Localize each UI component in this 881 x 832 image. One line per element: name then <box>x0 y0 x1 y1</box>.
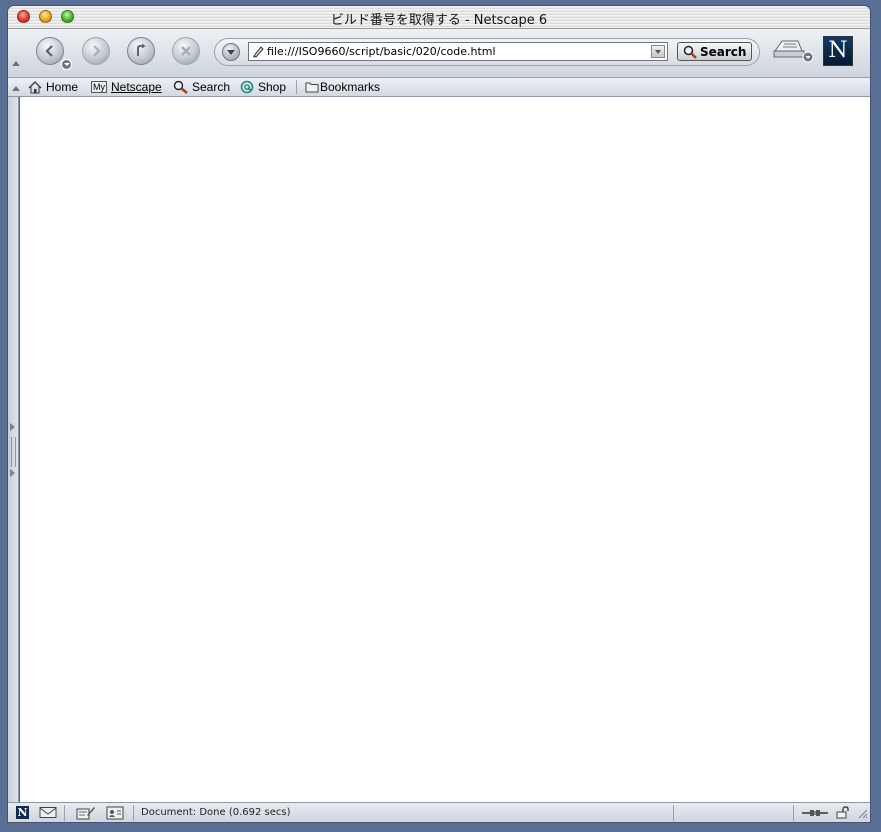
back-arrow-icon <box>45 45 53 57</box>
magnifier-icon <box>683 45 697 59</box>
my-netscape-icon: My <box>91 81 107 93</box>
print-icon[interactable] <box>772 37 816 65</box>
home-icon <box>28 80 42 93</box>
window-title: ビルド番号を取得する - Netscape 6 <box>330 13 548 28</box>
search-icon <box>173 80 188 94</box>
resize-grip-icon[interactable] <box>856 807 868 819</box>
browser-window: ビルド番号を取得する - Netscape 6 file:///ISO9660/… <box>8 6 870 822</box>
url-input[interactable]: file:///ISO9660/script/basic/020/code.ht… <box>248 42 668 61</box>
title-bar[interactable]: ビルド番号を取得する - Netscape 6 <box>8 6 870 29</box>
shop-icon <box>240 80 254 94</box>
forward-arrow-icon <box>93 45 101 57</box>
personal-item-home[interactable]: Home <box>28 79 78 95</box>
toolbar-separator <box>296 80 297 94</box>
url-bar-container: file:///ISO9660/script/basic/020/code.ht… <box>214 38 760 66</box>
stop-button[interactable] <box>172 37 200 65</box>
sidebar-open-arrow-icon[interactable] <box>10 469 15 477</box>
personal-toolbar-grip[interactable] <box>12 86 20 91</box>
status-bar: N Document: Done (0.692 secs) <box>8 802 870 822</box>
netscape-logo-icon[interactable]: N <box>823 36 853 66</box>
personal-item-label: Search <box>192 80 231 94</box>
reload-button[interactable] <box>127 37 155 65</box>
personal-item-shop[interactable]: Shop <box>240 79 286 95</box>
stop-icon <box>181 46 191 56</box>
toolbar-collapse-grip[interactable] <box>12 61 20 66</box>
sidebar-open-arrow-icon[interactable] <box>10 423 15 431</box>
sidebar-grip[interactable] <box>11 437 16 467</box>
folder-icon <box>305 82 319 93</box>
security-lock-icon[interactable] <box>836 806 850 819</box>
search-button-label: Search <box>700 44 747 59</box>
personal-toolbar: Home My Netscape Search Shop Bookmarks <box>8 78 870 97</box>
reload-icon <box>137 43 146 56</box>
search-button[interactable]: Search <box>677 42 752 61</box>
personal-item-label: Netscape <box>111 80 162 94</box>
personal-item-search[interactable]: Search <box>173 79 230 95</box>
url-dropdown-button[interactable] <box>651 45 665 58</box>
netscape-n-icon[interactable]: N <box>16 806 29 819</box>
personal-item-my-netscape[interactable]: My Netscape <box>91 79 162 95</box>
personal-item-bookmarks[interactable]: Bookmarks <box>305 79 380 95</box>
status-separator <box>133 805 134 821</box>
back-button[interactable] <box>36 37 64 65</box>
personal-item-label: Bookmarks <box>320 80 381 94</box>
back-history-dropdown[interactable] <box>61 59 72 70</box>
sidebar-collapsed-rail[interactable] <box>8 97 19 802</box>
mail-icon[interactable] <box>39 806 57 819</box>
page-proxy-icon[interactable] <box>252 45 264 58</box>
address-book-icon[interactable] <box>106 806 124 820</box>
online-connection-icon[interactable] <box>801 808 829 818</box>
navigation-toolbar: file:///ISO9660/script/basic/020/code.ht… <box>8 29 870 78</box>
url-text: file:///ISO9660/script/basic/020/code.ht… <box>267 45 496 58</box>
status-text: Document: Done (0.692 secs) <box>141 807 291 818</box>
status-separator <box>64 805 65 821</box>
page-content-area[interactable] <box>19 97 870 802</box>
status-separator <box>673 805 674 821</box>
personal-item-label: Shop <box>258 80 287 94</box>
url-history-dropdown-icon[interactable] <box>222 43 240 61</box>
status-separator <box>793 805 794 821</box>
composer-icon[interactable] <box>76 806 96 820</box>
forward-button[interactable] <box>82 37 110 65</box>
personal-item-label: Home <box>46 80 79 94</box>
